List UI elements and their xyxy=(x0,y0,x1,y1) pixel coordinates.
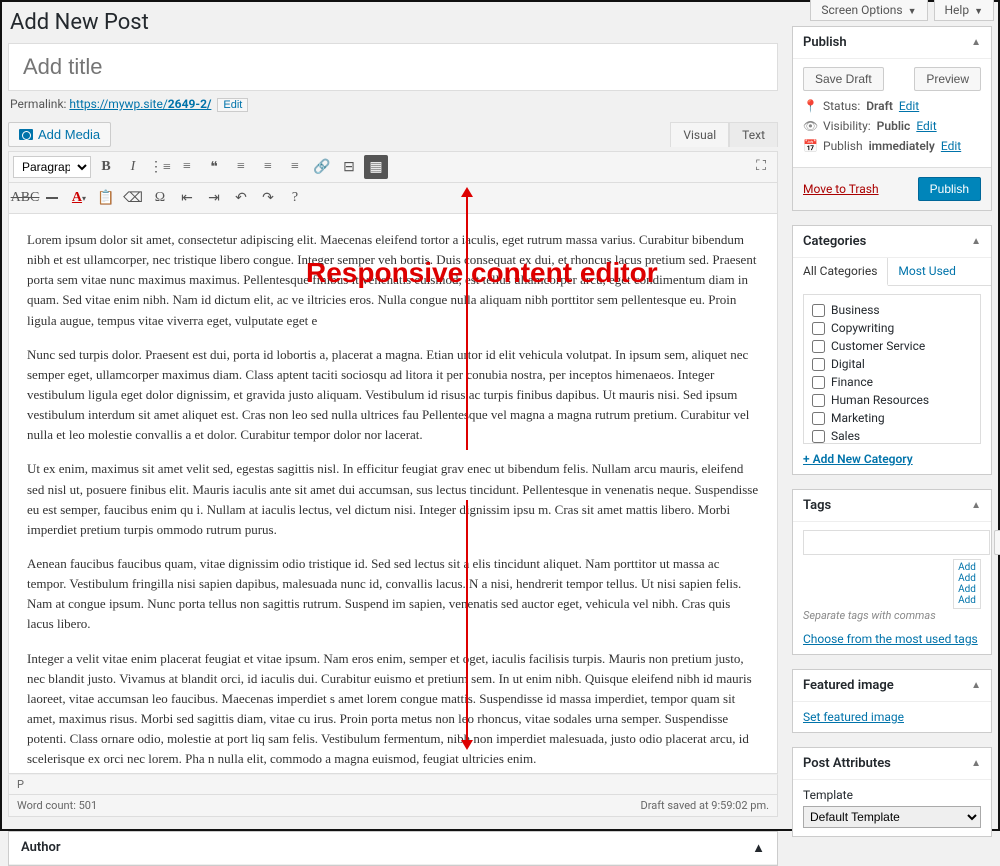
element-path: P xyxy=(9,775,777,795)
align-center-button[interactable]: ≡ xyxy=(256,155,280,179)
permalink-link[interactable]: https://mywp.site/2649-2/ xyxy=(69,97,211,111)
set-featured-image-link[interactable]: Set featured image xyxy=(803,710,981,724)
clear-format-button[interactable]: ⌫ xyxy=(121,186,145,210)
tab-text[interactable]: Text xyxy=(729,122,778,147)
tag-input[interactable] xyxy=(803,530,990,555)
move-to-trash-link[interactable]: Move to Trash xyxy=(803,182,879,196)
publish-button[interactable]: Publish xyxy=(918,177,981,201)
category-item[interactable]: Digital xyxy=(812,355,972,373)
collapse-icon[interactable]: ▲ xyxy=(971,680,981,691)
edit-status-link[interactable]: Edit xyxy=(899,99,919,113)
help-tab[interactable]: Help ▼ xyxy=(934,0,995,21)
add-tag-button[interactable]: Add xyxy=(994,530,1000,555)
fullscreen-button[interactable]: ⛶ xyxy=(749,155,773,179)
add-new-category-link[interactable]: + Add New Category xyxy=(803,452,981,466)
undo-button[interactable]: ↶ xyxy=(229,186,253,210)
preview-button[interactable]: Preview xyxy=(914,67,981,91)
category-item[interactable]: Copywriting xyxy=(812,319,972,337)
post-title-input[interactable] xyxy=(8,43,778,91)
template-label: Template xyxy=(803,788,981,802)
category-item[interactable]: Finance xyxy=(812,373,972,391)
toolbar-toggle-button[interactable]: ▦ xyxy=(364,155,388,179)
hr-button[interactable] xyxy=(40,186,64,210)
content-para: Nunc sed turpis dolor. Praesent est dui,… xyxy=(27,345,759,446)
editor-toolbar-2: ABC A▾ 📋 ⌫ Ω ⇤ ⇥ ↶ ↷ ? xyxy=(8,183,778,214)
tags-panel: Tags▲ Add Add Add Add Add Separate tags … xyxy=(792,489,992,655)
author-metabox[interactable]: Author▲ xyxy=(8,831,778,866)
publish-panel: Publish▲ Save Draft Preview 📍Status: Dra… xyxy=(792,26,992,211)
more-button[interactable]: ⊟ xyxy=(337,155,361,179)
permalink-row: Permalink: https://mywp.site/2649-2/ Edi… xyxy=(8,91,778,122)
content-para: Aenean faucibus faucibus quam, vitae dig… xyxy=(27,554,759,635)
permalink-edit-button[interactable]: Edit xyxy=(217,98,248,112)
content-para: Ut ex enim, maximus sit amet velit sed, … xyxy=(27,459,759,540)
collapse-icon[interactable]: ▲ xyxy=(971,37,981,48)
category-item[interactable]: Human Resources xyxy=(812,391,972,409)
link-button[interactable]: 🔗 xyxy=(310,155,334,179)
bullet-list-button[interactable]: ⋮≡ xyxy=(148,155,172,179)
collapse-icon[interactable]: ▲ xyxy=(971,236,981,247)
add-media-button[interactable]: Add Media xyxy=(8,122,111,147)
edit-schedule-link[interactable]: Edit xyxy=(941,139,961,153)
content-editor[interactable]: Lorem ipsum dolor sit amet, consectetur … xyxy=(8,214,778,774)
collapse-icon[interactable]: ▲ xyxy=(971,500,981,511)
category-item[interactable]: Sales xyxy=(812,427,972,444)
align-right-button[interactable]: ≡ xyxy=(283,155,307,179)
indent-button[interactable]: ⇥ xyxy=(202,186,226,210)
tag-suggest-buttons[interactable]: Add Add Add Add xyxy=(953,559,981,609)
category-item[interactable]: Business xyxy=(812,301,972,319)
tab-all-categories[interactable]: All Categories xyxy=(793,258,888,286)
number-list-button[interactable]: ≡ xyxy=(175,155,199,179)
paste-text-button[interactable]: 📋 xyxy=(94,186,118,210)
italic-button[interactable]: I xyxy=(121,155,145,179)
editor-toolbar-1: Paragraph B I ⋮≡ ≡ ❝ ≡ ≡ ≡ 🔗 ⊟ ▦ ⛶ xyxy=(8,151,778,183)
categories-panel: Categories▲ All Categories Most Used Bus… xyxy=(792,225,992,475)
redo-button[interactable]: ↷ xyxy=(256,186,280,210)
special-char-button[interactable]: Ω xyxy=(148,186,172,210)
text-color-button[interactable]: A▾ xyxy=(67,186,91,210)
category-item[interactable]: Customer Service xyxy=(812,337,972,355)
outdent-button[interactable]: ⇤ xyxy=(175,186,199,210)
eye-icon: 👁 xyxy=(803,119,817,133)
choose-tags-link[interactable]: Choose from the most used tags xyxy=(803,632,981,646)
tab-most-used[interactable]: Most Used xyxy=(888,258,966,285)
screen-options-tab[interactable]: Screen Options ▼ xyxy=(810,0,927,21)
template-select[interactable]: Default Template xyxy=(803,806,981,828)
featured-image-panel: Featured image▲ Set featured image xyxy=(792,669,992,733)
strikethrough-button[interactable]: ABC xyxy=(13,186,37,210)
camera-icon xyxy=(19,129,33,140)
format-select[interactable]: Paragraph xyxy=(13,156,91,178)
align-left-button[interactable]: ≡ xyxy=(229,155,253,179)
save-draft-button[interactable]: Save Draft xyxy=(803,67,884,91)
blockquote-button[interactable]: ❝ xyxy=(202,155,226,179)
content-para: Integer a velit vitae enim placerat feug… xyxy=(27,649,759,770)
category-item[interactable]: Marketing xyxy=(812,409,972,427)
category-list[interactable]: Business Copywriting Customer Service Di… xyxy=(803,294,981,444)
page-title: Add New Post xyxy=(10,10,778,35)
calendar-icon: 📅 xyxy=(803,139,817,153)
tab-visual[interactable]: Visual xyxy=(670,122,729,147)
bold-button[interactable]: B xyxy=(94,155,118,179)
pin-icon: 📍 xyxy=(803,99,817,113)
content-para: Lorem ipsum dolor sit amet, consectetur … xyxy=(27,230,759,331)
tags-helper: Separate tags with commas xyxy=(803,609,981,622)
editor-status-bar: P Word count: 501 Draft saved at 9:59:02… xyxy=(8,774,778,817)
help-button[interactable]: ? xyxy=(283,186,307,210)
collapse-icon[interactable]: ▲ xyxy=(971,758,981,769)
edit-visibility-link[interactable]: Edit xyxy=(916,119,936,133)
post-attributes-panel: Post Attributes▲ Template Default Templa… xyxy=(792,747,992,837)
